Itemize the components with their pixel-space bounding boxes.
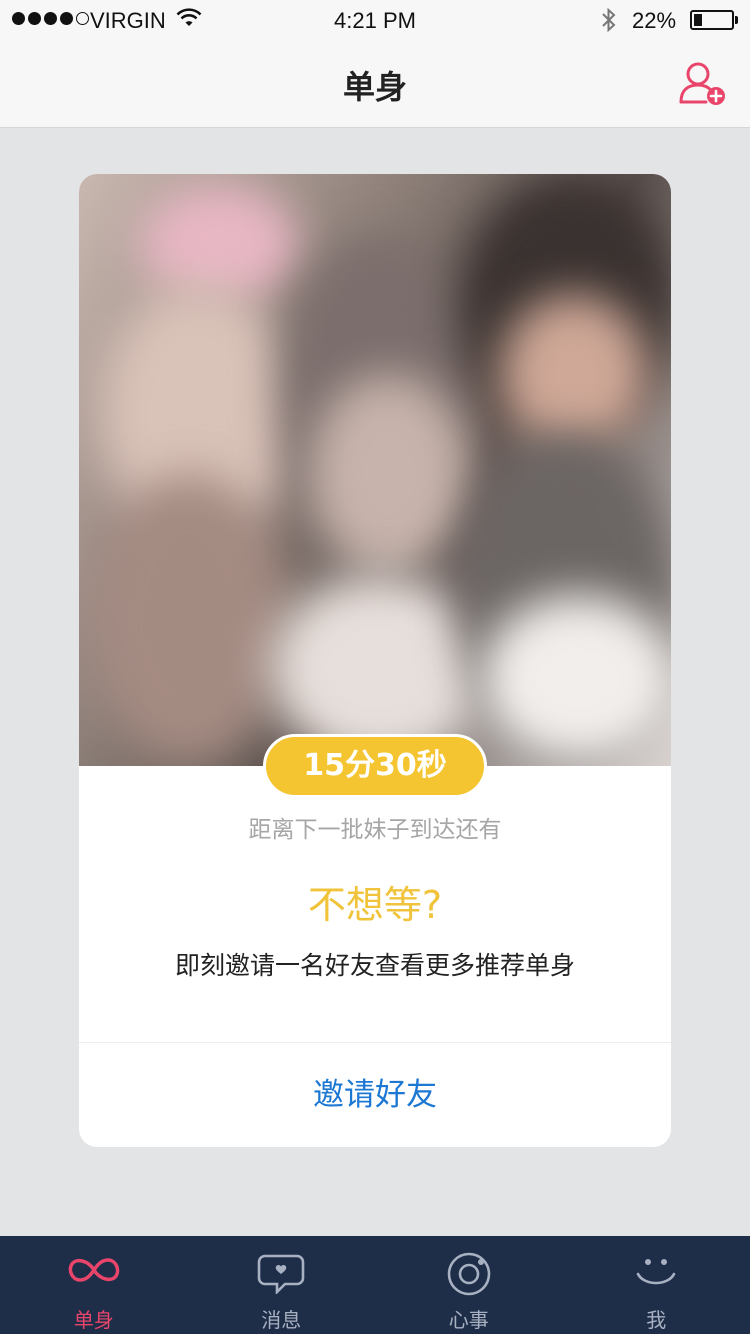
status-bar: VIRGIN 4:21 PM 22%: [0, 0, 750, 40]
cta-title: 不想等?: [307, 883, 443, 927]
add-user-icon[interactable]: [676, 58, 728, 110]
battery-icon: [690, 10, 734, 30]
tab-moments[interactable]: 心事: [375, 1236, 563, 1334]
tab-bar: 单身 消息 心事 我: [0, 1236, 750, 1334]
tab-me[interactable]: 我: [563, 1236, 750, 1334]
cta-subtitle: 即刻邀请一名好友查看更多推荐单身: [174, 951, 575, 980]
battery-tip: [735, 16, 738, 24]
countdown-badge: 15分30秒: [263, 734, 487, 798]
navigation-bar: 单身: [0, 40, 750, 128]
infinity-icon: [68, 1258, 120, 1282]
invite-friend-button[interactable]: 邀请好友: [79, 1043, 671, 1147]
battery-percent: 22%: [632, 8, 677, 33]
tab-messages[interactable]: 消息: [188, 1236, 376, 1334]
tab-label: 消息: [261, 1308, 302, 1332]
recommendation-card: 15分30秒 距离下一批妹子到达还有 不想等? 即刻邀请一名好友查看更多推荐单身…: [79, 174, 671, 1147]
tab-label: 我: [646, 1308, 667, 1332]
countdown-caption: 距离下一批妹子到达还有: [248, 817, 502, 843]
bluetooth-icon: [600, 6, 618, 40]
tab-singles[interactable]: 单身: [0, 1236, 188, 1334]
battery-level: [694, 14, 702, 26]
smiley-icon: [636, 1259, 676, 1285]
tab-label: 单身: [73, 1308, 114, 1332]
camera-lens-icon: [447, 1252, 491, 1296]
blurred-photo: [79, 174, 671, 766]
page-title: 单身: [342, 68, 407, 106]
tab-label: 心事: [448, 1308, 489, 1332]
chat-bubble-icon: [257, 1254, 305, 1294]
